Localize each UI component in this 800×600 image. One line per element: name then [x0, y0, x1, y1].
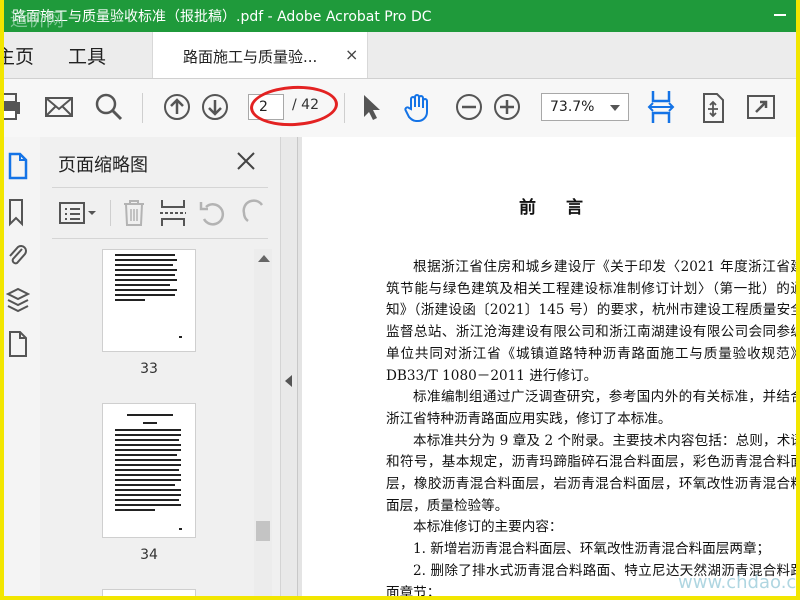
panel-separator	[110, 200, 111, 226]
page-up-icon[interactable]	[162, 92, 192, 122]
red-ellipse-annotation	[249, 83, 339, 129]
file-icon[interactable]	[6, 329, 30, 359]
watermark-bottom-right: www.chdao.com	[678, 572, 797, 593]
panel-title: 页面缩略图	[58, 155, 148, 176]
window-title: 路面施工与质量验收标准（报批稿）.pdf - Adobe Acrobat Pro…	[12, 9, 432, 25]
toolbar-separator	[142, 93, 143, 123]
email-icon[interactable]	[44, 92, 74, 122]
thumbnail-preview	[115, 414, 182, 530]
paragraph: 根据浙江省住房和城乡建设厅《关于印发〈2021 年度浙江省建筑节能与绿色建筑及相…	[386, 259, 800, 384]
minimize-button[interactable]	[772, 6, 788, 22]
scroll-thumb[interactable]	[256, 521, 270, 541]
panel-splitter[interactable]	[280, 137, 298, 596]
zoom-in-icon[interactable]	[492, 92, 522, 122]
page-down-icon[interactable]	[200, 92, 230, 122]
pdf-page: 前言 根据浙江省住房和城乡建设厅《关于印发〈2021 年度浙江省建筑节能与绿色建…	[302, 137, 800, 596]
tab-bar: 主页 工具	[4, 32, 796, 79]
page-thumbnail[interactable]	[102, 403, 196, 538]
thumbnail-preview	[115, 254, 182, 338]
title-bar: 路面施工与质量验收标准（报批稿）.pdf - Adobe Acrobat Pro…	[4, 0, 796, 32]
page-heading: 前言	[519, 198, 613, 218]
fit-width-icon[interactable]	[646, 89, 676, 125]
thumbnail-label: 33	[140, 361, 158, 377]
redo-icon[interactable]	[242, 198, 268, 228]
app-window: 路面施工与质量验收标准（报批稿）.pdf - Adobe Acrobat Pro…	[0, 0, 800, 600]
watermark-top-left: 适价网	[10, 10, 64, 31]
page-display-icon[interactable]	[698, 92, 728, 124]
main-toolbar: 2 / 42 73.7%	[4, 79, 796, 138]
page-thumbnail[interactable]	[102, 589, 196, 596]
toolbar-separator	[344, 93, 345, 123]
zoom-value: 73.7%	[550, 99, 595, 115]
paragraph: 本标准修订的主要内容：	[413, 519, 563, 536]
chevron-down-icon	[610, 105, 620, 111]
page-thumbnail[interactable]	[102, 249, 196, 352]
options-icon[interactable]	[58, 201, 98, 225]
navigation-rail	[4, 137, 41, 596]
scroll-up-icon[interactable]	[258, 255, 270, 262]
zoom-out-icon[interactable]	[454, 92, 484, 122]
document-tab-label: 路面施工与质量验...	[183, 48, 318, 66]
paragraph: 本标准共分为 9 章及 2 个附录。主要技术内容包括：总则，术语和符号，基本规定…	[386, 432, 800, 514]
bookmark-icon[interactable]	[6, 197, 30, 227]
thumbnails-scrollbar[interactable]	[254, 249, 272, 596]
paragraph: 标准编制组通过广泛调查研究，参考国内外的有关标准，并结合浙江省特种沥青路面应用实…	[386, 389, 800, 427]
layers-icon[interactable]	[6, 285, 30, 315]
trash-icon[interactable]	[120, 198, 148, 228]
attachment-icon[interactable]	[6, 241, 30, 271]
collapse-arrow-icon[interactable]	[285, 375, 292, 387]
thumbnails-panel: 页面缩略图 33 34	[40, 137, 280, 596]
thumbnail-label: 34	[140, 547, 158, 563]
document-view: 前言 根据浙江省住房和城乡建设厅《关于印发〈2021 年度浙江省建筑节能与绿色建…	[298, 137, 800, 596]
search-icon[interactable]	[94, 92, 124, 122]
undo-icon[interactable]	[198, 198, 228, 228]
close-icon[interactable]	[236, 151, 256, 171]
tab-document[interactable]: 路面施工与质量验... ×	[152, 32, 368, 78]
full-screen-icon[interactable]	[746, 92, 776, 122]
zoom-select[interactable]: 73.7%	[541, 93, 629, 121]
pages-icon[interactable]	[6, 151, 30, 181]
close-tab-icon[interactable]: ×	[345, 45, 358, 64]
tab-home[interactable]: 主页	[4, 42, 34, 69]
select-cursor-icon[interactable]	[358, 92, 384, 122]
list-item: 1. 新增岩沥青混合料面层、环氧改性沥青混合料面层两章；	[413, 541, 771, 558]
tab-tools[interactable]: 工具	[68, 42, 106, 69]
print-icon[interactable]	[0, 92, 24, 122]
panel-toolbar	[52, 187, 268, 239]
hand-tool-icon[interactable]	[402, 92, 434, 124]
insert-page-icon[interactable]	[158, 198, 188, 228]
page-body: 根据浙江省住房和城乡建设厅《关于印发〈2021 年度浙江省建筑节能与绿色建筑及相…	[386, 257, 800, 596]
